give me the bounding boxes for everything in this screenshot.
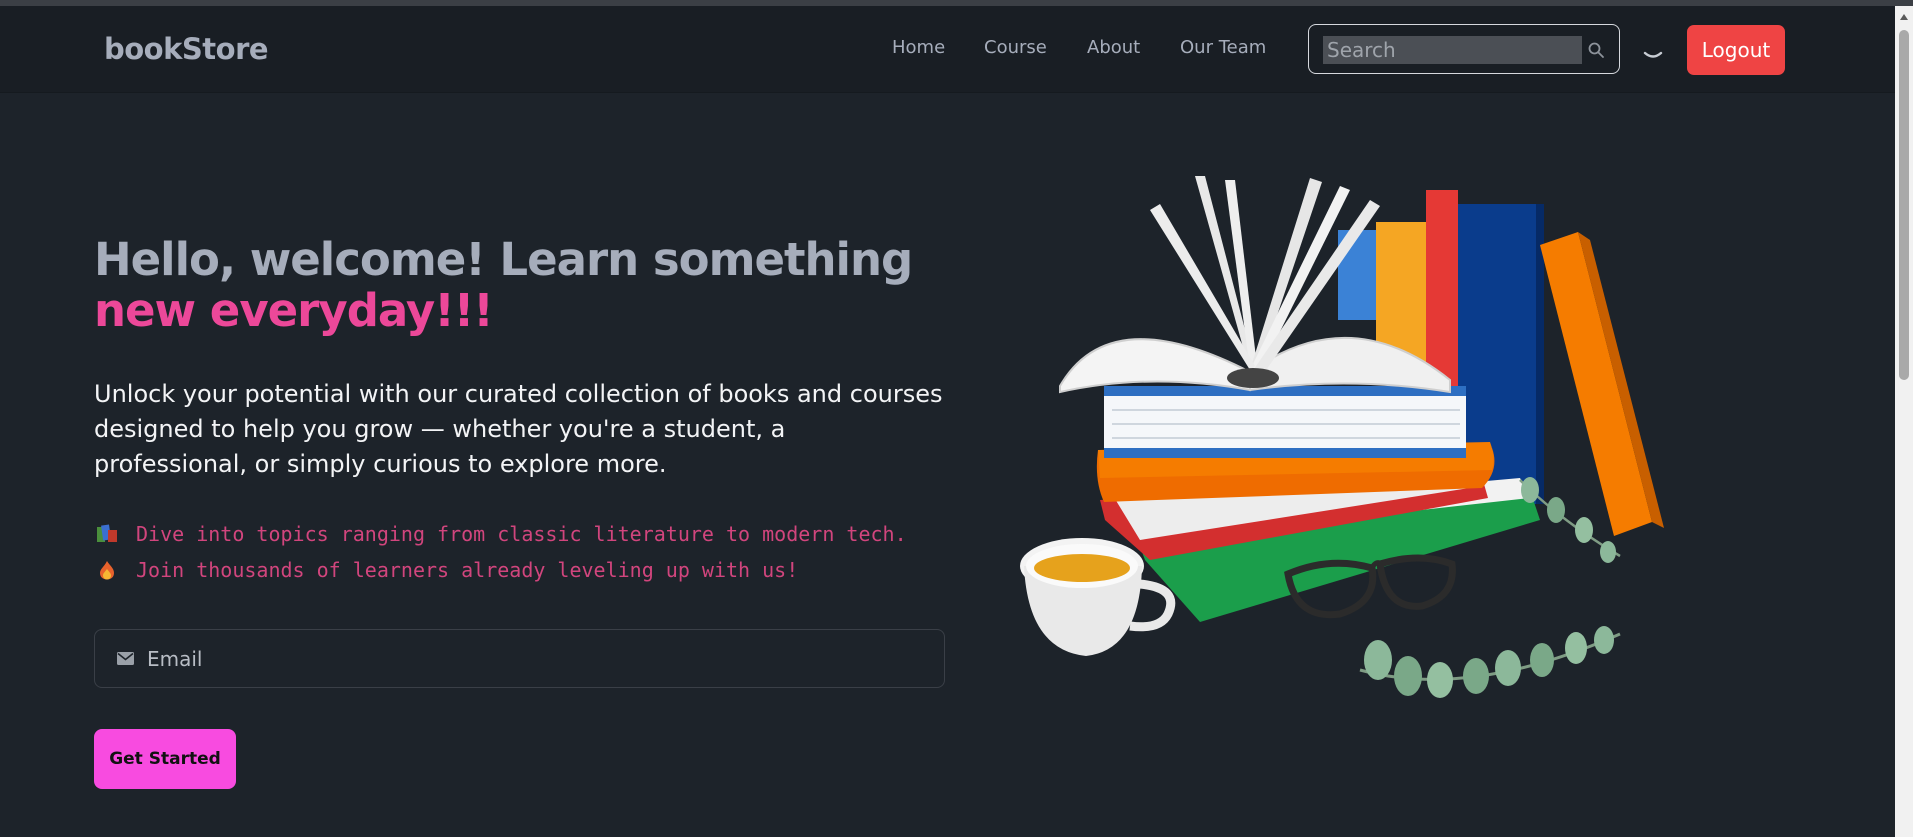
search-icon[interactable] <box>1587 41 1605 59</box>
nav-link-home[interactable]: Home <box>892 37 945 58</box>
logout-button[interactable]: Logout <box>1687 25 1785 75</box>
search-box <box>1308 24 1620 74</box>
feature-item: Join thousands of learners already level… <box>96 558 798 582</box>
nav-link-our-team[interactable]: Our Team <box>1180 37 1266 58</box>
books-illustration <box>1020 176 1664 698</box>
hero-title-highlight: new everyday!!! <box>94 284 494 337</box>
hero-title-line-1: Hello, welcome! Learn something <box>94 233 913 286</box>
feature-text: Join thousands of learners already level… <box>136 558 799 582</box>
books-icon <box>97 524 117 542</box>
brand-logo[interactable]: bookStore <box>104 32 269 66</box>
scroll-up-arrow-icon[interactable] <box>1899 12 1909 22</box>
search-input[interactable] <box>1323 36 1582 64</box>
hero-title: Hello, welcome! Learn something new ever… <box>94 233 913 337</box>
hero-description: Unlock your potential with our curated c… <box>94 380 943 478</box>
mail-icon <box>117 652 134 665</box>
nav-link-course[interactable]: Course <box>984 37 1047 58</box>
email-field <box>94 629 945 688</box>
get-started-button[interactable]: Get Started <box>94 729 236 789</box>
theme-toggle-icon[interactable] <box>1640 38 1666 64</box>
feature-item: Dive into topics ranging from classic li… <box>96 522 907 546</box>
navbar: bookStore Home Course About Our Team Log… <box>0 6 1895 93</box>
page-scrollbar[interactable] <box>1895 6 1913 837</box>
fire-icon <box>100 561 114 580</box>
email-input[interactable] <box>145 638 929 680</box>
scrollbar-thumb[interactable] <box>1899 30 1909 380</box>
nav-link-about[interactable]: About <box>1087 37 1140 58</box>
feature-text: Dive into topics ranging from classic li… <box>136 522 907 546</box>
